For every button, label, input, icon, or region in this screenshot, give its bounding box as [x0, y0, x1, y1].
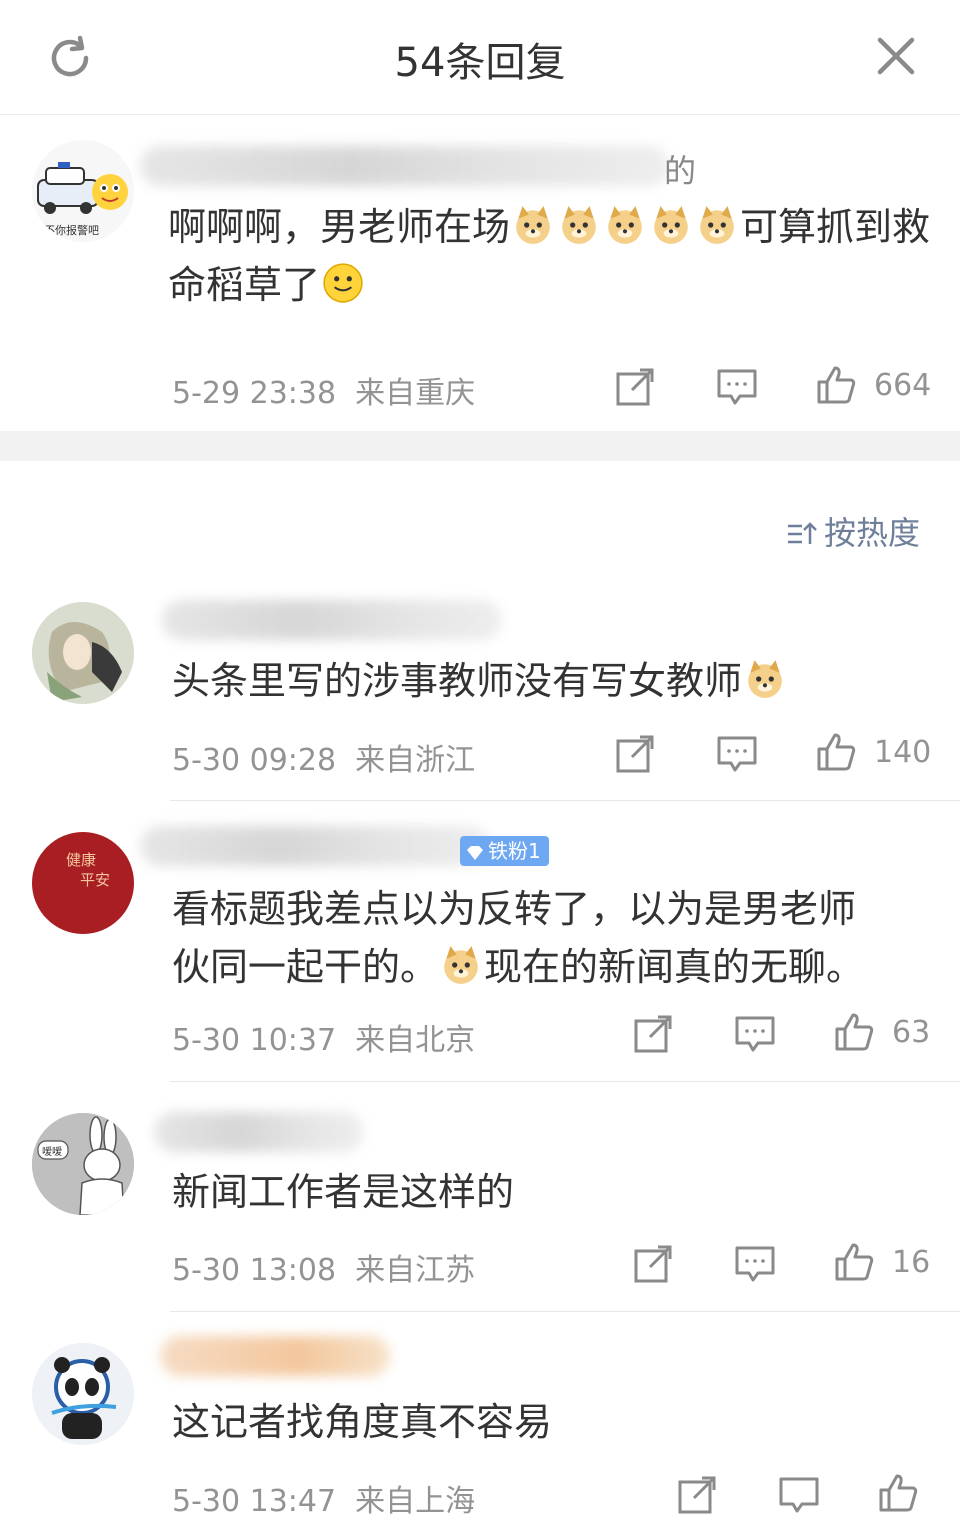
like-icon[interactable]: [833, 1241, 875, 1283]
share-icon[interactable]: [632, 1243, 674, 1285]
comment-icon[interactable]: [734, 1013, 776, 1055]
sort-icon: [788, 522, 817, 544]
comment-text: 新闻工作者是这样的: [172, 1170, 515, 1214]
page-title: 54条回复: [394, 40, 566, 86]
comment-meta: 5-30 09:28 来自浙江: [172, 743, 476, 778]
avatar[interactable]: [32, 602, 134, 704]
divider: [170, 1081, 960, 1082]
comment-icon[interactable]: [734, 1243, 776, 1285]
like-count: 16: [892, 1245, 931, 1280]
avatar-caption: 不你报警吧: [44, 224, 99, 237]
close-icon[interactable]: [872, 32, 920, 80]
comment-meta: 5-30 10:37 来自北京: [172, 1023, 476, 1058]
doge-icon: [608, 206, 642, 244]
diamond-icon: [467, 846, 483, 860]
divider: [170, 800, 960, 801]
comment-text: 这记者找角度真不容易: [172, 1400, 553, 1444]
like-count: 664: [874, 368, 932, 403]
username-blurred[interactable]: [140, 826, 490, 866]
avatar[interactable]: 健康 平安: [32, 832, 134, 934]
doge-icon: [700, 206, 734, 244]
avatar[interactable]: 嗳嗳: [32, 1113, 134, 1215]
share-icon[interactable]: [632, 1013, 674, 1055]
like-count: 140: [874, 735, 932, 770]
rabbit-avatar-icon: [32, 1113, 134, 1215]
doge-icon: [654, 206, 688, 244]
username-blurred[interactable]: [162, 600, 502, 640]
comment-meta: 5-29 23:38 来自重庆: [172, 376, 476, 411]
like-icon[interactable]: [815, 731, 857, 773]
username-suffix: 的: [664, 152, 697, 190]
doge-icon: [562, 206, 596, 244]
panda-avatar-icon: [32, 1343, 134, 1445]
avatar-text: 健康 平安: [66, 851, 111, 889]
share-icon[interactable]: [676, 1474, 718, 1516]
avatar[interactable]: [32, 1343, 134, 1445]
comment-text: 头条里写的涉事教师没有写女教师: [172, 652, 942, 710]
comment-icon[interactable]: [716, 366, 758, 408]
like-icon[interactable]: [833, 1011, 875, 1053]
comment-meta: 5-30 13:08 来自江苏: [172, 1253, 476, 1288]
doge-icon: [748, 660, 782, 698]
doge-icon: [444, 946, 478, 984]
username-blurred[interactable]: [154, 1112, 364, 1152]
like-icon[interactable]: [877, 1472, 919, 1514]
avatar[interactable]: 不你报警吧: [32, 140, 134, 242]
comment-meta: 5-30 13:47 来自上海: [172, 1484, 476, 1519]
share-icon[interactable]: [614, 366, 656, 408]
like-count: 63: [892, 1015, 931, 1050]
comment-text: 看标题我差点以为反转了，以为是男老师 伙同一起干的。 现在的新闻真的无聊。: [172, 887, 865, 989]
share-icon[interactable]: [614, 733, 656, 775]
avatar-bubble-text: 嗳嗳: [42, 1147, 62, 1158]
sort-by-heat-button[interactable]: 按热度: [786, 508, 920, 554]
anime-avatar-icon: [32, 602, 134, 704]
header-bar: 54条回复: [0, 0, 960, 115]
like-icon[interactable]: [815, 364, 857, 406]
username-blurred[interactable]: [160, 1336, 390, 1376]
comment-text: 啊啊啊，男老师在场 可算抓到救命稻草了: [168, 205, 931, 307]
username-blurred[interactable]: [140, 146, 670, 186]
doge-emoji-icons: [510, 205, 740, 249]
comment-icon[interactable]: [778, 1474, 820, 1516]
comment-icon[interactable]: [716, 733, 758, 775]
doge-icon: [516, 206, 550, 244]
divider: [170, 1311, 960, 1312]
smile-emoji-icon: [323, 263, 363, 303]
section-divider: [0, 431, 960, 461]
fan-badge: 铁粉1: [460, 836, 549, 866]
